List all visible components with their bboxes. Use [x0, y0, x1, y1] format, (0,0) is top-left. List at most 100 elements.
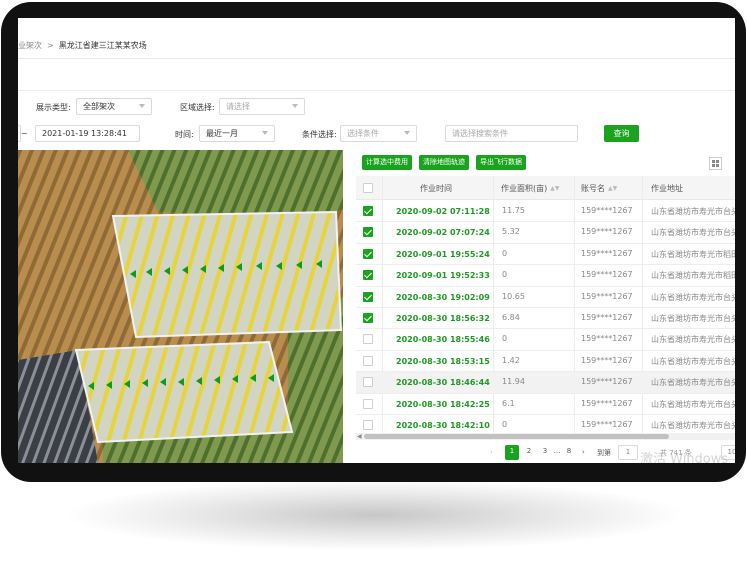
cell-area: 11.75: [502, 206, 525, 215]
grid-view-icon[interactable]: [709, 157, 722, 170]
sort-icon[interactable]: ▲▼: [608, 185, 617, 192]
cell-account: 159****1267: [581, 398, 633, 408]
cell-time: 2020-08-30 18:42:25: [396, 399, 490, 409]
cell-area: 5.32: [502, 227, 520, 237]
condition-select[interactable]: 选择条件: [340, 125, 417, 142]
cell-time: 2020-08-30 18:42:10: [396, 421, 490, 430]
select-all-checkbox[interactable]: [363, 183, 373, 193]
time-select[interactable]: 最近一月: [199, 125, 275, 142]
cell-address: 山东省潍坊市寿光市台头: [651, 314, 735, 323]
column-header-address[interactable]: 作业地址: [651, 183, 683, 194]
cell-area: 0: [502, 270, 508, 280]
breadcrumb-current: 黑龙江省建三江某某农场: [58, 41, 147, 50]
region-select[interactable]: 请选择: [219, 98, 305, 115]
cell-address: 山东省潍坊市寿光市台头: [651, 335, 735, 345]
goto-page-input[interactable]: 1: [618, 445, 638, 460]
column-header-account[interactable]: 账号名 ▲▼: [581, 183, 617, 194]
row-checkbox[interactable]: [363, 206, 373, 216]
page-2[interactable]: 2: [522, 445, 536, 460]
condition-label: 条件选择:: [302, 130, 337, 139]
scrollbar-thumb[interactable]: [364, 434, 669, 439]
table-row[interactable]: 2020-09-02 07:11:28 11.75 159****1267 山东省潍坊…: [356, 201, 735, 223]
date-range-tilde: ~: [21, 129, 28, 138]
cell-time: 2020-08-30 18:46:44: [396, 378, 490, 388]
table-row[interactable]: 2020-09-02 07:07:24 5.32 159****1267 山东省潍坊市…: [356, 222, 735, 244]
cell-area: 0: [502, 334, 508, 344]
search-input[interactable]: 请选择搜索条件: [445, 125, 578, 142]
row-checkbox[interactable]: [363, 313, 373, 323]
table-row[interactable]: 2020-08-30 18:56:32 6.84 159****1267 山东省潍坊市…: [356, 308, 735, 330]
chevron-down-icon: [292, 104, 298, 108]
breadcrumb-parent[interactable]: 业架次: [18, 41, 42, 50]
export-flight-button[interactable]: 导出飞行数据: [476, 155, 526, 170]
clear-track-button[interactable]: 清除地图轨迹: [419, 155, 469, 170]
column-header-area[interactable]: 作业面积(亩) ▲▼: [501, 183, 559, 194]
table-row[interactable]: 2020-08-30 18:42:25 6.1 159****1267 山东省潍坊市寿…: [356, 394, 735, 415]
row-checkbox[interactable]: [363, 377, 373, 388]
cell-time: 2020-09-02 07:07:24: [396, 228, 490, 238]
cell-account: 159****1267: [581, 420, 633, 429]
cell-address: 山东省潍坊市寿光市台头: [651, 207, 735, 216]
cell-address: 山东省潍坊市寿光市台头: [651, 378, 735, 388]
scroll-left-icon[interactable]: ◀: [357, 433, 362, 440]
calc-fee-button[interactable]: 计算选中费用: [362, 155, 412, 170]
activation-watermark: 激活 Windows: [640, 452, 729, 463]
date-start-input[interactable]: [18, 125, 21, 142]
query-button[interactable]: 查询: [604, 125, 639, 142]
cell-account: 159****1267: [581, 227, 633, 237]
table-row[interactable]: 2020-08-30 18:46:44 11.94 159****1267 山东省潍坊…: [356, 372, 735, 394]
cell-time: 2020-08-30 18:56:32: [396, 314, 490, 323]
column-header-time[interactable]: 作业时间: [420, 183, 452, 194]
horizontal-scrollbar[interactable]: ◀: [356, 433, 735, 440]
cell-time: 2020-09-02 07:11:28: [396, 207, 490, 216]
row-checkbox[interactable]: [363, 334, 373, 345]
cell-time: 2020-08-30 18:53:15: [396, 356, 490, 366]
cell-time: 2020-09-01 19:52:33: [396, 271, 490, 281]
table-row[interactable]: 2020-08-30 19:02:09 10.65 159****1267 山东省潍坊…: [356, 287, 735, 308]
cell-address: 山东省潍坊市寿光市台头: [651, 292, 735, 302]
table-row[interactable]: 2020-08-30 18:55:46 0 159****1267 山东省潍坊市寿光市…: [356, 329, 735, 351]
row-checkbox[interactable]: [363, 270, 373, 281]
cell-address: 山东省潍坊市寿光市稻田: [651, 271, 735, 281]
table-row[interactable]: 2020-08-30 18:53:15 1.42 159****1267 山东省潍坊市…: [356, 351, 735, 373]
app-screen: 业架次 > 黑龙江省建三江某某农场 展示类型: 全部架次 区域选择: 请选择 ~ 2…: [18, 18, 735, 463]
chevron-down-icon: [262, 131, 268, 135]
header-divider: [18, 58, 735, 59]
chevron-down-icon: [139, 104, 145, 108]
breadcrumb: 业架次 > 黑龙江省建三江某某农场: [18, 40, 147, 51]
cell-time: 2020-08-30 19:02:09: [396, 292, 490, 302]
table-header: 作业时间 作业面积(亩) ▲▼ 账号名 ▲▼ 作业地址: [356, 176, 735, 200]
table-row[interactable]: 2020-09-01 19:55:24 0 159****1267 山东省潍坊市寿光市…: [356, 244, 735, 266]
prev-page-icon[interactable]: ‹: [490, 448, 493, 456]
chevron-down-icon: [404, 131, 410, 135]
device-shadow: [70, 480, 680, 550]
row-checkbox[interactable]: [363, 248, 373, 259]
display-type-select[interactable]: 全部架次: [76, 98, 152, 115]
row-checkbox[interactable]: [363, 291, 373, 302]
region-label: 区域选择:: [180, 103, 215, 112]
sort-icon[interactable]: ▲▼: [550, 185, 559, 192]
page-8[interactable]: 8: [562, 445, 576, 460]
section-divider: [18, 90, 735, 91]
table-row[interactable]: 2020-09-01 19:52:33 0 159****1267 山东省潍坊市寿光市…: [356, 265, 735, 287]
date-end-input[interactable]: 2021-01-19 13:28:41: [35, 125, 140, 142]
row-checkbox[interactable]: [363, 355, 373, 366]
aerial-map[interactable]: [18, 150, 343, 463]
row-checkbox[interactable]: [363, 398, 373, 409]
breadcrumb-separator: >: [47, 41, 54, 50]
cell-area: 0: [502, 248, 508, 258]
cell-address: 山东省潍坊市寿光市台头: [651, 399, 735, 409]
page-1[interactable]: 1: [505, 445, 519, 460]
cell-area: 6.84: [502, 313, 520, 322]
row-checkbox[interactable]: [363, 420, 373, 430]
cell-account: 159****1267: [581, 291, 633, 301]
display-type-label: 展示类型:: [36, 103, 71, 112]
cell-area: 6.1: [502, 398, 515, 408]
row-checkbox[interactable]: [363, 227, 373, 238]
cell-time: 2020-09-01 19:55:24: [396, 249, 490, 259]
cell-address: 山东省潍坊市寿光市稻田: [651, 249, 735, 259]
region-placeholder: 请选择: [226, 102, 250, 111]
next-page-icon[interactable]: ›: [582, 448, 585, 456]
cell-address: 山东省潍坊市寿光市台头: [651, 356, 735, 366]
cell-account: 159****1267: [581, 334, 633, 344]
